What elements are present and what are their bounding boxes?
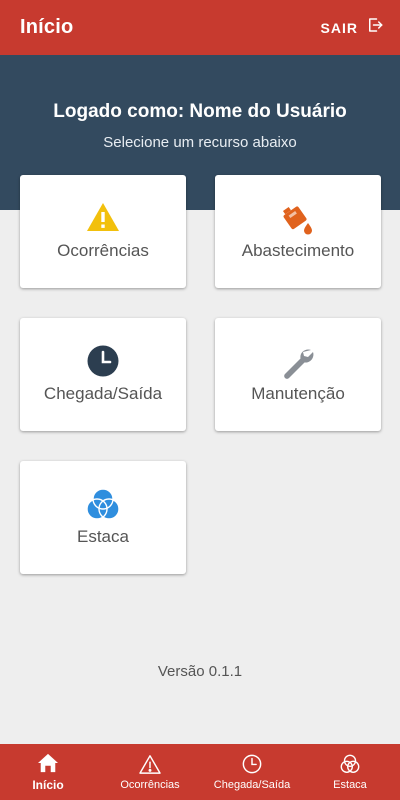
nav-item-estaca[interactable]: Estaca [300,744,400,800]
home-icon [37,752,59,774]
warning-icon [139,753,161,775]
nav-item-ocorrencias[interactable]: Ocorrências [96,744,204,800]
app-bar: Início SAIR [0,0,400,55]
bottom-nav: Início Ocorrências Chegada/Saída Estaca [0,744,400,800]
venn-circles-icon [339,753,361,775]
card-manutencao[interactable]: Manutenção [215,318,381,431]
card-label: Manutenção [251,384,345,403]
logged-user-text: Logado como: Nome do Usuário [53,101,347,122]
nav-item-chegada-saida[interactable]: Chegada/Saída [204,744,300,800]
nav-label: Início [32,778,64,792]
card-label: Abastecimento [241,241,355,260]
card-estaca[interactable]: Estaca [20,461,186,574]
nav-label: Ocorrências [120,779,180,791]
logout-button[interactable]: SAIR [321,16,384,39]
clock-icon [20,344,186,378]
card-ocorrencias[interactable]: Ocorrências [20,175,186,288]
wrench-icon [215,344,381,379]
card-chegada-saida[interactable]: Chegada/Saída [20,318,186,431]
fuel-can-icon [215,201,381,235]
nav-label: Chegada/Saída [213,779,291,791]
page-title: Início [20,16,74,38]
clock-icon [242,753,262,775]
version-text: Versão 0.1.1 [157,663,243,680]
card-label: Chegada/Saída [43,384,163,403]
card-abastecimento[interactable]: Abastecimento [215,175,381,288]
nav-item-inicio[interactable]: Início [0,744,96,800]
venn-circles-icon [20,487,186,521]
logout-label: SAIR [320,19,358,36]
card-label: Ocorrências [57,241,149,260]
logout-icon [366,16,384,39]
warning-icon [20,201,186,235]
select-resource-text: Selecione um recurso abaixo [103,134,297,151]
card-label: Estaca [77,527,129,546]
nav-label: Estaca [333,779,367,791]
